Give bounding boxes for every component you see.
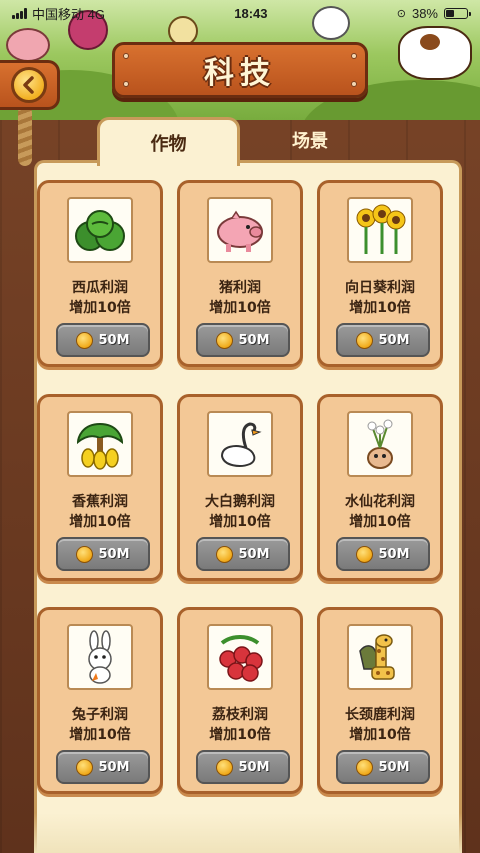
- price-label: 50M: [238, 546, 270, 562]
- page-title: 科技: [204, 56, 276, 91]
- coin-icon: [216, 758, 234, 776]
- upgrade-card[interactable]: 大白鹅利润增加10倍 50M: [177, 394, 303, 581]
- card-description: 增加10倍: [209, 514, 271, 530]
- back-button[interactable]: [10, 67, 47, 103]
- coin-icon: [76, 331, 94, 349]
- price-label: 50M: [98, 759, 130, 775]
- card-name: 西瓜利润: [72, 280, 128, 296]
- buy-upgrade-button[interactable]: 50M: [336, 537, 430, 571]
- card-description: 增加10倍: [209, 727, 271, 743]
- buy-upgrade-button[interactable]: 50M: [336, 750, 430, 784]
- rabbit-icon: [67, 624, 133, 690]
- tab-crops-label: 作物: [150, 134, 187, 155]
- card-name: 长颈鹿利润: [345, 707, 415, 723]
- price-label: 50M: [378, 332, 410, 348]
- price-label: 50M: [238, 332, 270, 348]
- watermelon-icon: [67, 197, 133, 263]
- upgrade-card[interactable]: 向日葵利润增加10倍 50M: [317, 180, 443, 367]
- card-description: 增加10倍: [209, 300, 271, 316]
- giraffe-icon: [347, 624, 413, 690]
- card-name: 猪利润: [219, 280, 261, 296]
- card-name: 水仙花利润: [345, 494, 415, 510]
- cow-spot-decoration: [420, 34, 440, 50]
- buy-upgrade-button[interactable]: 50M: [196, 750, 290, 784]
- buy-upgrade-button[interactable]: 50M: [56, 750, 150, 784]
- lychee-icon: [207, 624, 273, 690]
- coin-icon: [76, 545, 94, 563]
- buy-upgrade-button[interactable]: 50M: [56, 323, 150, 357]
- coin-icon: [76, 758, 94, 776]
- pig-decoration-icon: [6, 28, 50, 62]
- buy-upgrade-button[interactable]: 50M: [56, 537, 150, 571]
- signal-icon: [12, 7, 27, 19]
- upgrade-card[interactable]: 长颈鹿利润增加10倍 50M: [317, 607, 443, 794]
- upgrade-card[interactable]: 荔枝利润增加10倍 50M: [177, 607, 303, 794]
- carrier-label: 中国移动 4G: [32, 6, 105, 22]
- buy-upgrade-button[interactable]: 50M: [196, 537, 290, 571]
- card-description: 增加10倍: [69, 300, 131, 316]
- rope-decoration: [18, 106, 32, 166]
- card-description: 增加10倍: [349, 514, 411, 530]
- narcissus-icon: [347, 411, 413, 477]
- title-plank: 科技: [112, 42, 368, 98]
- battery-icon: [444, 7, 471, 19]
- tab-crops[interactable]: 作物: [97, 117, 240, 166]
- price-label: 50M: [98, 546, 130, 562]
- coin-icon: [216, 331, 234, 349]
- tab-scenes[interactable]: 场景: [240, 117, 380, 163]
- battery-fill: [446, 9, 454, 17]
- pig-icon: [207, 197, 273, 263]
- card-description: 增加10倍: [349, 727, 411, 743]
- upgrade-card[interactable]: 猪利润增加10倍 50M: [177, 180, 303, 367]
- coin-icon: [216, 545, 234, 563]
- price-label: 50M: [378, 759, 410, 775]
- lock-icon: ⊙: [396, 7, 406, 20]
- card-description: 增加10倍: [69, 514, 131, 530]
- buy-upgrade-button[interactable]: 50M: [196, 323, 290, 357]
- banana-icon: [67, 411, 133, 477]
- coin-icon: [356, 331, 374, 349]
- goose-icon: [207, 411, 273, 477]
- chevron-left-icon: [22, 76, 34, 94]
- upgrade-card[interactable]: 香蕉利润增加10倍 50M: [37, 394, 163, 581]
- buy-upgrade-button[interactable]: 50M: [336, 323, 430, 357]
- price-label: 50M: [378, 546, 410, 562]
- sunflower-icon: [347, 197, 413, 263]
- coin-icon: [356, 758, 374, 776]
- status-bar: 中国移动 4G 18:43 ⊙ 38%: [0, 0, 480, 26]
- upgrade-card[interactable]: 兔子利润增加10倍 50M: [37, 607, 163, 794]
- card-name: 兔子利润: [72, 707, 128, 723]
- back-plank: [0, 60, 60, 110]
- clock-label: 18:43: [234, 5, 268, 21]
- tab-scenes-label: 场景: [292, 131, 328, 152]
- card-name: 荔枝利润: [212, 707, 268, 723]
- upgrade-card[interactable]: 西瓜利润增加10倍 50M: [37, 180, 163, 367]
- price-label: 50M: [238, 759, 270, 775]
- card-description: 增加10倍: [349, 300, 411, 316]
- upgrade-card[interactable]: 水仙花利润增加10倍 50M: [317, 394, 443, 581]
- coin-icon: [356, 545, 374, 563]
- card-name: 大白鹅利润: [205, 494, 275, 510]
- card-description: 增加10倍: [69, 727, 131, 743]
- card-name: 向日葵利润: [345, 280, 415, 296]
- card-name: 香蕉利润: [72, 494, 128, 510]
- price-label: 50M: [98, 332, 130, 348]
- battery-percent: 38%: [411, 5, 438, 21]
